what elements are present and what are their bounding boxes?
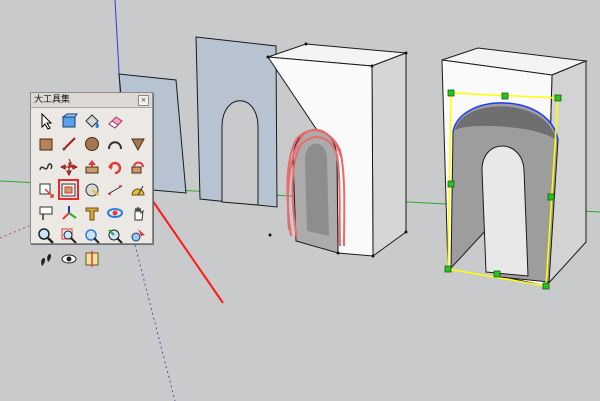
move-tool[interactable]	[58, 156, 79, 177]
empty-slot	[127, 110, 148, 131]
walk-tool[interactable]	[35, 248, 56, 269]
previous-icon	[107, 228, 123, 244]
axes-tool[interactable]	[58, 202, 79, 223]
zoom-icon	[37, 227, 54, 244]
protractor-icon	[130, 185, 145, 195]
3d-text-icon	[85, 207, 98, 220]
walk-icon	[40, 253, 51, 266]
position-camera-icon	[131, 228, 145, 241]
dimension-tool[interactable]	[104, 179, 125, 200]
dimension-icon	[107, 184, 122, 195]
scale-tool[interactable]	[35, 179, 56, 200]
large-tool-set-palette: 大工具集 ×	[30, 92, 153, 267]
make-component-icon	[61, 113, 78, 127]
circle-icon	[84, 136, 99, 151]
palette-titlebar[interactable]: 大工具集 ×	[31, 93, 152, 108]
push-pull-icon	[85, 159, 98, 173]
orbit-icon	[106, 207, 123, 218]
freehand-tool[interactable]	[35, 156, 56, 177]
tape-measure-icon	[85, 183, 100, 196]
polygon-icon	[130, 138, 145, 151]
position-camera-tool[interactable]	[127, 225, 148, 246]
rectangle-tool[interactable]	[35, 133, 56, 154]
3d-text-tool[interactable]	[81, 202, 102, 223]
paint-bucket-tool[interactable]	[81, 110, 102, 131]
previous-tool[interactable]	[104, 225, 125, 246]
follow-me-tool[interactable]	[127, 156, 148, 177]
axes-icon	[61, 205, 77, 220]
pan-tool[interactable]	[127, 202, 148, 223]
look-around-icon	[61, 254, 76, 263]
paint-bucket-icon	[84, 113, 99, 128]
zoom-extents-tool[interactable]	[81, 225, 102, 246]
line-tool[interactable]	[58, 133, 79, 154]
orbit-tool[interactable]	[104, 202, 125, 223]
rectangle-icon	[39, 138, 52, 150]
freehand-icon	[38, 162, 52, 170]
follow-me-icon	[131, 161, 144, 173]
rotate-tool[interactable]	[104, 156, 125, 177]
select-icon	[41, 112, 52, 130]
look-around-tool[interactable]	[58, 248, 79, 269]
eraser-icon	[107, 115, 123, 129]
pan-icon	[134, 206, 144, 220]
rotate-icon	[107, 161, 121, 174]
protractor-tool[interactable]	[127, 179, 148, 200]
zoom-window-icon	[61, 228, 77, 244]
arc-tool[interactable]	[104, 133, 125, 154]
offset-icon	[61, 183, 75, 196]
offset-tool[interactable]	[58, 179, 79, 200]
make-component-tool[interactable]	[58, 110, 79, 131]
arch-block-selected[interactable]	[441, 47, 588, 290]
move-icon	[59, 158, 78, 176]
section-plane-icon	[85, 250, 98, 267]
arc-icon	[107, 140, 122, 149]
zoom-extents-icon	[84, 228, 100, 244]
tool-grid	[35, 110, 148, 269]
scale-icon	[39, 183, 54, 198]
section-plane-tool[interactable]	[81, 248, 102, 269]
tape-measure-tool[interactable]	[81, 179, 102, 200]
close-icon[interactable]: ×	[138, 95, 149, 106]
text-tool[interactable]	[35, 202, 56, 223]
zoom-tool[interactable]	[35, 225, 56, 246]
flat-panel-2[interactable]	[195, 36, 278, 208]
polygon-tool[interactable]	[127, 133, 148, 154]
push-pull-tool[interactable]	[81, 156, 102, 177]
line-icon	[61, 136, 76, 151]
zoom-window-tool[interactable]	[58, 225, 79, 246]
select-tool[interactable]	[35, 110, 56, 131]
eraser-tool[interactable]	[104, 110, 125, 131]
palette-title: 大工具集	[34, 95, 71, 105]
text-icon	[39, 206, 52, 220]
arch-block-sketched[interactable]	[266, 42, 408, 258]
circle-tool[interactable]	[81, 133, 102, 154]
